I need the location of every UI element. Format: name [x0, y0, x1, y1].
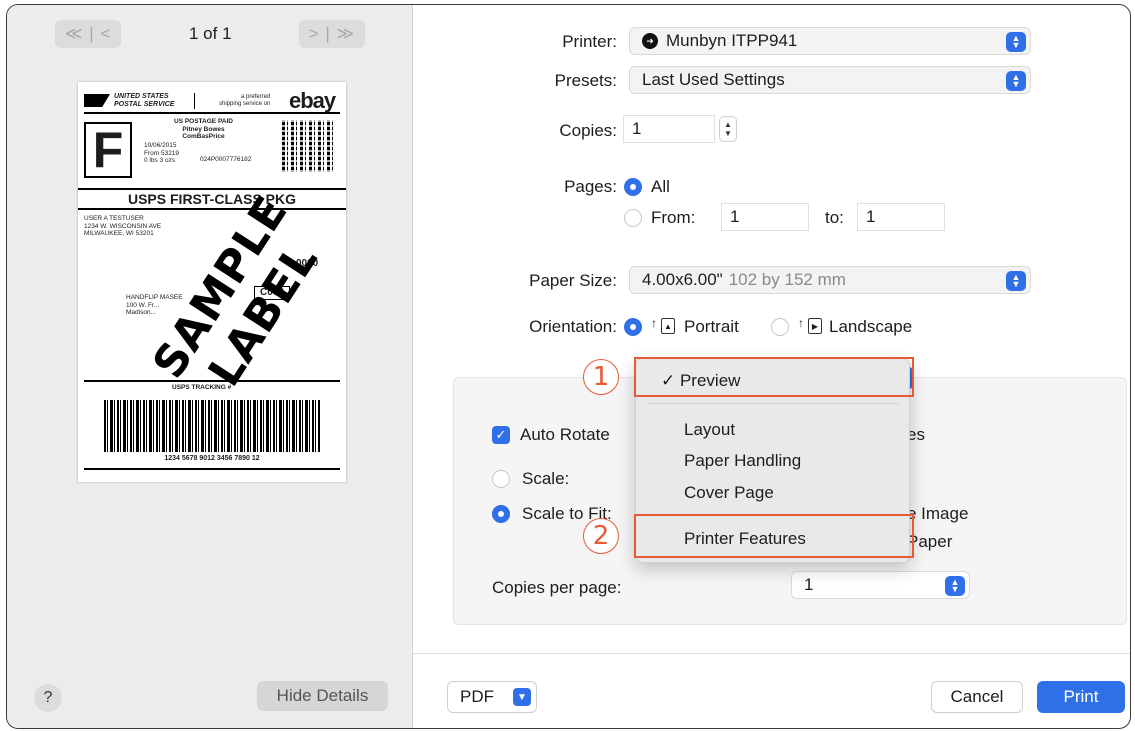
chevron-down-icon: ▼: [513, 688, 531, 706]
presets-label: Presets:: [554, 71, 617, 90]
bottom-divider: [413, 653, 1130, 654]
printer-value: Munbyn ITPP941: [666, 31, 798, 50]
print-entire-image-label: e Image: [907, 504, 969, 523]
pages-to-field[interactable]: 1: [857, 203, 945, 231]
next-last-page-button[interactable]: > | ≫: [299, 20, 365, 48]
menu-item-cover-page[interactable]: Cover Page: [684, 483, 774, 503]
paper-size-dimensions: 102 by 152 mm: [728, 270, 846, 289]
paper-size-select[interactable]: 4.00x6.00" 102 by 152 mm ▲ ▼: [629, 266, 1031, 294]
preferred-text: a preferred shipping service on: [219, 94, 271, 107]
chevron-updown-icon: ▲ ▼: [945, 576, 965, 596]
pdf-label: PDF: [460, 687, 494, 706]
scale-label: Scale:: [522, 469, 570, 488]
landscape-arrow-icon: ↑: [798, 316, 804, 330]
scale-to-fit-radio[interactable]: [492, 505, 510, 523]
label-footer-line: [84, 468, 340, 470]
pages-from-field[interactable]: 1: [721, 203, 809, 231]
copies-per-page-value: 1: [804, 575, 814, 594]
pages-from-radio[interactable]: [624, 209, 642, 227]
copies-per-page-label: Copies per page:: [492, 578, 622, 597]
carrier-name: UNITED STATES POSTAL SERVICE: [114, 93, 175, 108]
portrait-icon: ▲: [661, 318, 675, 334]
portrait-radio[interactable]: [624, 318, 642, 336]
preview-pane: ≪ | < 1 of 1 > | ≫ UNITED STATES POSTAL …: [7, 5, 413, 728]
chevron-updown-icon: ▲ ▼: [1006, 271, 1026, 291]
pages-from-label: From:: [651, 208, 696, 227]
postage-code: 024P0007776182: [200, 156, 252, 163]
pages-label: Pages:: [564, 177, 617, 196]
hide-details-button[interactable]: Hide Details: [257, 681, 388, 711]
callout-box-printer-features: [634, 514, 914, 558]
pages-all-label: All: [651, 177, 670, 196]
landscape-radio[interactable]: [771, 318, 789, 336]
cancel-button[interactable]: Cancel: [931, 681, 1023, 713]
presets-value: Last Used Settings: [642, 70, 785, 89]
help-button[interactable]: ?: [34, 684, 62, 712]
print-button[interactable]: Print: [1037, 681, 1125, 713]
menu-item-paper-handling[interactable]: Paper Handling: [684, 451, 801, 471]
copies-field[interactable]: 1: [623, 115, 715, 143]
landscape-icon: ▶: [808, 318, 822, 334]
menu-item-layout[interactable]: Layout: [684, 420, 735, 440]
callout-number-1: 1: [583, 359, 619, 395]
chevron-updown-icon: ▲ ▼: [1006, 32, 1026, 52]
shipping-label-preview: UNITED STATES POSTAL SERVICE a preferred…: [78, 82, 346, 482]
pages-to-label: to:: [825, 208, 844, 227]
date-info: 10/06/2015 From 53219 0 lbs 3 ozs: [144, 142, 180, 164]
pdf-button[interactable]: PDF ▼: [447, 681, 537, 713]
printer-label: Printer:: [562, 32, 617, 51]
menu-separator: [648, 403, 899, 404]
orientation-label: Orientation:: [529, 317, 617, 336]
auto-rotate-label: Auto Rotate: [520, 425, 610, 444]
portrait-label: Portrait: [684, 317, 739, 336]
callout-number-2: 2: [583, 518, 619, 554]
printer-select[interactable]: ➜ Munbyn ITPP941 ▲ ▼: [629, 27, 1031, 55]
copies-label: Copies:: [559, 121, 617, 140]
service-letter: F: [84, 122, 132, 178]
presets-select[interactable]: Last Used Settings ▲ ▼: [629, 66, 1031, 94]
divider: [194, 93, 195, 109]
print-dialog: ≪ | < 1 of 1 > | ≫ UNITED STATES POSTAL …: [6, 4, 1131, 729]
to-address: USER A TESTUSER 1234 W. WISCONSIN AVE MI…: [84, 215, 162, 237]
usps-eagle-icon: [84, 94, 110, 107]
callout-box-preview: [634, 357, 914, 397]
portrait-arrow-icon: ↑: [651, 316, 657, 330]
chevron-updown-icon: ▲ ▼: [1006, 71, 1026, 91]
page-indicator: 1 of 1: [189, 24, 232, 43]
paper-size-label: Paper Size:: [529, 271, 617, 290]
printer-status-icon: ➜: [642, 33, 658, 49]
copies-stepper[interactable]: ▲ ▼: [719, 116, 737, 142]
label-header: UNITED STATES POSTAL SERVICE a preferred…: [84, 88, 340, 114]
paper-size-value: 4.00x6.00": [642, 270, 723, 289]
landscape-label: Landscape: [829, 317, 913, 336]
ebay-logo: ebay: [289, 88, 336, 113]
auto-rotate-checkbox[interactable]: ✓: [492, 426, 510, 444]
first-prev-page-button[interactable]: ≪ | <: [55, 20, 121, 48]
copies-per-page-select[interactable]: 1 ▲ ▼: [791, 571, 970, 599]
postage-info: US POSTAGE PAID Pitney Bowes ComBasPrice: [174, 118, 233, 140]
pages-all-radio[interactable]: [624, 178, 642, 196]
tracking-number: 1234 5678 9012 3456 7890 12: [164, 455, 260, 462]
scale-radio[interactable]: [492, 470, 510, 488]
